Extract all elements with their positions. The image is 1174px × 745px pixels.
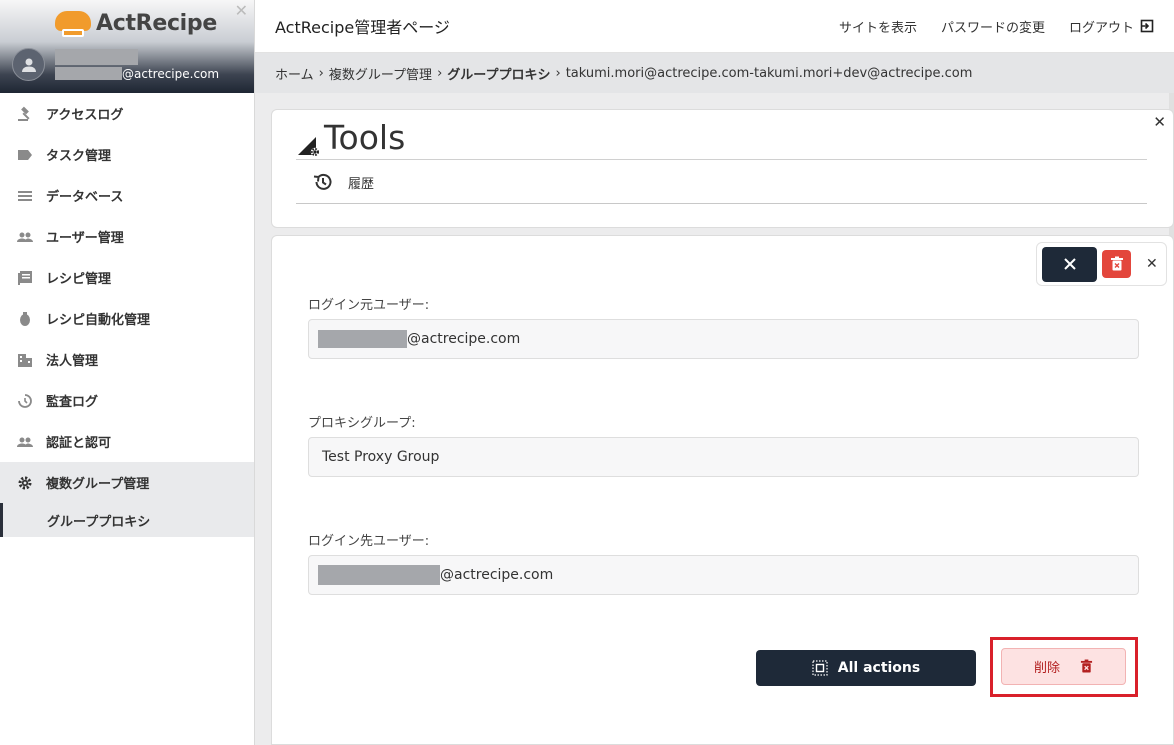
source-user-label: ログイン元ユーザー: [308,298,430,313]
redacted-target-user [318,565,440,585]
chef-hat-icon [54,9,92,37]
sidebar-item-auth[interactable]: 認証と認可 [0,421,254,462]
target-user-suffix: @actrecipe.com [440,567,554,583]
logout-link[interactable]: ログアウト [1069,17,1154,36]
tools-close-icon[interactable]: ✕ [1153,113,1166,131]
breadcrumb-separator: › [437,65,443,81]
sidebar-subitem-group-proxy[interactable]: グループプロキシ [0,503,254,537]
sidebar-item-access-log[interactable]: アクセスログ [0,93,254,134]
delete-label: 削除 [1033,661,1060,676]
sidebar-item-label: レシピ自動化管理 [46,313,151,328]
target-user-field[interactable]: @actrecipe.com [308,555,1139,595]
sidebar-item-label: レシピ管理 [46,272,112,287]
close-icon [1063,258,1076,270]
source-user-field[interactable]: @actrecipe.com [308,319,1139,359]
sidebar-item-database[interactable]: データベース [0,175,254,216]
sidebar-item-task[interactable]: タスク管理 [0,134,254,175]
proxy-group-field[interactable]: Test Proxy Group [308,437,1139,477]
history-audit-icon [16,392,34,410]
breadcrumb: ホーム › 複数グループ管理 › グループプロキシ › takumi.mori@… [255,53,1174,93]
sidebar-subitem-label: グループプロキシ [47,514,151,530]
recipe-book-icon [16,269,34,287]
sidebar-item-recipes[interactable]: レシピ管理 [0,257,254,298]
sidebar-item-users[interactable]: ユーザー管理 [0,216,254,257]
history-label: 履歴 [348,176,375,192]
divider [296,203,1147,204]
proxy-group-label: プロキシグループ: [308,416,416,431]
people-icon [16,228,34,246]
toolbar-close-icon[interactable]: ✕ [1146,256,1158,272]
sidebar-item-multi-group[interactable]: 複数グループ管理 [0,462,254,503]
building-icon [16,351,34,369]
app-logo[interactable]: ActRecipe [54,9,217,37]
tools-heading: Tools [324,118,406,157]
sidebar-item-recipe-automation[interactable]: レシピ自動化管理 [0,298,254,339]
delete-icon-button[interactable] [1102,250,1131,278]
breadcrumb-group-proxy[interactable]: グループプロキシ [447,64,550,83]
page-title: ActRecipe管理者ページ [275,18,450,37]
view-site-link[interactable]: サイトを表示 [839,17,917,36]
close-button[interactable] [1042,246,1097,282]
tools-panel: ✕ Tools 履歴 [271,109,1174,228]
person-icon [21,58,36,72]
breadcrumb-current: takumi.mori@actrecipe.com-takumi.mori+de… [565,65,973,81]
source-user-suffix: @actrecipe.com [407,331,521,347]
redacted-source-user [318,330,407,348]
trash-icon [1110,256,1123,271]
app-logo-text: ActRecipe [96,10,217,36]
breadcrumb-separator: › [555,65,561,81]
sidebar-header: ActRecipe ✕ @actrecipe.com [0,0,254,93]
sidebar-item-label: 監査ログ [46,395,99,410]
redacted-user-name [55,48,138,65]
sidebar-item-corporations[interactable]: 法人管理 [0,339,254,380]
target-user-label: ログイン先ユーザー: [308,534,430,549]
floating-toolbar: ✕ [1036,242,1167,286]
people-auth-icon [16,433,34,451]
sidebar-item-label: 法人管理 [46,354,99,369]
logout-label: ログアウト [1068,20,1134,36]
breadcrumb-home[interactable]: ホーム [275,64,314,83]
all-actions-button[interactable]: All actions [756,650,976,686]
redacted-email-local [55,67,122,80]
top-bar: ActRecipe管理者ページ サイトを表示 パスワードの変更 ログアウト [255,0,1174,53]
sidebar-item-label: データベース [46,190,124,205]
divider [296,159,1147,160]
sidebar-item-audit-log[interactable]: 監査ログ [0,380,254,421]
logout-icon [1140,19,1154,33]
user-email: @actrecipe.com [55,67,219,81]
sidebar-item-label: 複数グループ管理 [46,477,150,492]
tools-icon [298,137,320,157]
gear-icon [16,474,34,492]
breadcrumb-separator: › [318,65,324,81]
sidebar-item-label: タスク管理 [46,149,112,164]
proxy-group-value: Test Proxy Group [322,449,440,465]
sidebar: ActRecipe ✕ @actrecipe.com アクセスログ タスク管理 … [0,0,255,745]
history-link[interactable]: 履歴 [312,171,374,193]
avatar [12,48,45,81]
history-icon [313,173,332,190]
automation-icon [16,310,34,328]
list-icon [16,187,34,205]
gavel-icon [16,105,34,123]
select-all-icon [812,660,828,676]
sidebar-nav: アクセスログ タスク管理 データベース ユーザー管理 レシピ管理 レシピ自動化管… [0,93,254,503]
sidebar-item-label: アクセスログ [46,108,124,123]
change-password-link[interactable]: パスワードの変更 [941,17,1045,36]
sidebar-item-label: 認証と認可 [46,436,112,451]
breadcrumb-multi-group[interactable]: 複数グループ管理 [329,64,432,83]
label-icon [16,146,34,164]
trash-icon [1080,659,1093,673]
sidebar-close-icon[interactable]: ✕ [235,1,248,20]
user-email-suffix: @actrecipe.com [122,66,220,81]
user-profile[interactable]: @actrecipe.com [12,48,219,81]
proxy-detail-form: ✕ ログイン元ユーザー: @actrecipe.com プロキシグループ: Te… [271,235,1174,745]
all-actions-label: All actions [837,660,921,676]
sidebar-item-label: ユーザー管理 [46,231,124,246]
delete-button[interactable]: 削除 [1001,648,1126,685]
